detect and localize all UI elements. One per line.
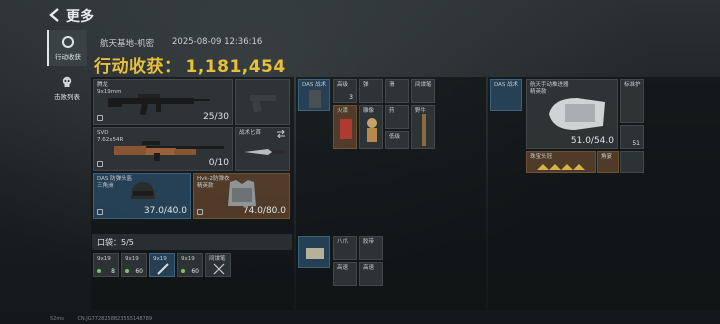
backpack-slot[interactable] bbox=[620, 151, 644, 173]
slot-icon bbox=[97, 209, 103, 215]
vest-icon bbox=[309, 90, 321, 108]
durability: 37.0/40.0 bbox=[143, 206, 187, 216]
box-icon bbox=[306, 248, 324, 259]
rig-slot[interactable]: 野牛 bbox=[411, 105, 435, 149]
pocket-item[interactable]: 9x19 60 bbox=[121, 253, 147, 277]
durability: 74.0/80.0 bbox=[242, 206, 286, 216]
loot-value: 行动收获： 1,181,454 bbox=[94, 52, 286, 77]
swap-icon[interactable] bbox=[276, 130, 286, 138]
page-title[interactable]: 更多 bbox=[66, 6, 94, 26]
ammo-count: 25/30 bbox=[203, 112, 229, 122]
pocket-item[interactable]: 9x19 bbox=[149, 253, 175, 277]
pistol-icon bbox=[250, 95, 276, 113]
tab-kills[interactable]: 击败列表 bbox=[47, 70, 87, 106]
rig-slot[interactable]: 八爪 bbox=[333, 236, 357, 260]
sniper-slot[interactable]: SVD 7.62x54R 0/10 bbox=[93, 127, 233, 171]
rod-icon bbox=[422, 114, 426, 146]
rig-slot[interactable]: 间谍笔 bbox=[411, 79, 435, 103]
map-location: 航天基地-机密 bbox=[100, 39, 155, 49]
slot-icon bbox=[197, 209, 203, 215]
crown-icon bbox=[537, 164, 585, 170]
loot-value-label: 行动收获： bbox=[94, 57, 182, 77]
rig-slot[interactable] bbox=[298, 236, 330, 268]
rig-slot[interactable]: 滑 bbox=[385, 79, 409, 103]
ammo-icon bbox=[125, 269, 129, 273]
pen-icon bbox=[213, 263, 225, 275]
backpack-slot[interactable]: DAS 战术 bbox=[490, 79, 522, 111]
durability: 51.0/54.0 bbox=[570, 136, 614, 146]
sidearm-slot[interactable] bbox=[235, 79, 290, 125]
timestamp: 2025-08-09 12:36:16 bbox=[172, 37, 263, 47]
seal-item-icon bbox=[340, 119, 352, 139]
pocket-item[interactable]: 9x19 60 bbox=[177, 253, 203, 277]
rig-slot[interactable]: 雕像 bbox=[359, 105, 383, 149]
rig-slot[interactable]: 弹 bbox=[359, 79, 383, 103]
pocket-item[interactable]: 9x19 8 bbox=[93, 253, 119, 277]
ping: 52ms bbox=[50, 316, 64, 322]
pocket-item[interactable]: 间谍笔 bbox=[205, 253, 231, 277]
pocket-label: 口袋： bbox=[97, 238, 121, 247]
rig-slot[interactable]: 火漆 bbox=[333, 105, 357, 149]
ammo-icon bbox=[181, 269, 185, 273]
backpack-slot[interactable]: 角宴 bbox=[597, 151, 619, 173]
rig-slot[interactable]: 低级 bbox=[385, 131, 409, 149]
sidebar: 行动收获 击败列表 bbox=[47, 30, 87, 110]
knife-icon bbox=[244, 149, 284, 155]
footer: 52ms CN.JG7728258823555148789 bbox=[50, 316, 164, 322]
rig-slot[interactable]: 药 bbox=[385, 105, 409, 129]
injector-icon bbox=[157, 263, 169, 275]
tab-label: 击败列表 bbox=[54, 92, 80, 101]
pocket-count: 5/5 bbox=[121, 238, 134, 247]
rifle-icon bbox=[108, 94, 210, 116]
slot-icon bbox=[97, 161, 103, 167]
knife-slot[interactable]: 战术匕首 bbox=[235, 127, 290, 171]
ammo-count: 0/10 bbox=[208, 158, 229, 168]
rig-slot[interactable]: 高速 bbox=[333, 262, 357, 286]
helmet-icon bbox=[131, 182, 155, 199]
pocket-header: 口袋：5/5 bbox=[92, 234, 292, 250]
helmet-slot[interactable]: DAS 防弹头盔 三角洲 37.0/40.0 bbox=[93, 173, 191, 219]
backpack-slot[interactable]: 珠宝头冠 bbox=[526, 151, 596, 173]
item-name: DAS 防弹头盔 三角洲 bbox=[97, 176, 133, 189]
user-id: CN.JG7728258823555148789 bbox=[77, 316, 153, 322]
statue-icon bbox=[367, 118, 377, 142]
thruster-icon bbox=[549, 98, 605, 130]
slot-icon bbox=[97, 115, 103, 121]
rig-slot[interactable]: 胶带 bbox=[359, 236, 383, 260]
backpack-slot[interactable]: 航天手动推进器 精英款 51.0/54.0 bbox=[526, 79, 618, 149]
back-arrow-icon[interactable] bbox=[48, 7, 62, 23]
tab-loot[interactable]: 行动收获 bbox=[47, 30, 87, 66]
rig-slot[interactable]: 高速 bbox=[359, 262, 383, 286]
rig-slot[interactable]: DAS 战术 bbox=[298, 79, 330, 111]
top-bar: 更多 bbox=[0, 0, 720, 30]
rig-slot[interactable]: 高级 3 bbox=[333, 79, 357, 103]
loot-value-number: 1,181,454 bbox=[185, 57, 286, 77]
skull-icon bbox=[62, 76, 72, 87]
item-name: 战术匕首 bbox=[239, 130, 262, 136]
armor-slot[interactable]: Hvk-2防弹衣 精英款 74.0/80.0 bbox=[193, 173, 290, 219]
primary-weapon-slot[interactable]: 腾龙 9x19mm 25/30 bbox=[93, 79, 233, 125]
target-icon bbox=[62, 35, 74, 48]
tab-label: 行动收获 bbox=[55, 52, 81, 61]
backpack-slot[interactable]: 51 bbox=[620, 125, 644, 149]
ammo-icon bbox=[97, 269, 101, 273]
backpack-slot[interactable]: 标准护 bbox=[620, 79, 644, 123]
